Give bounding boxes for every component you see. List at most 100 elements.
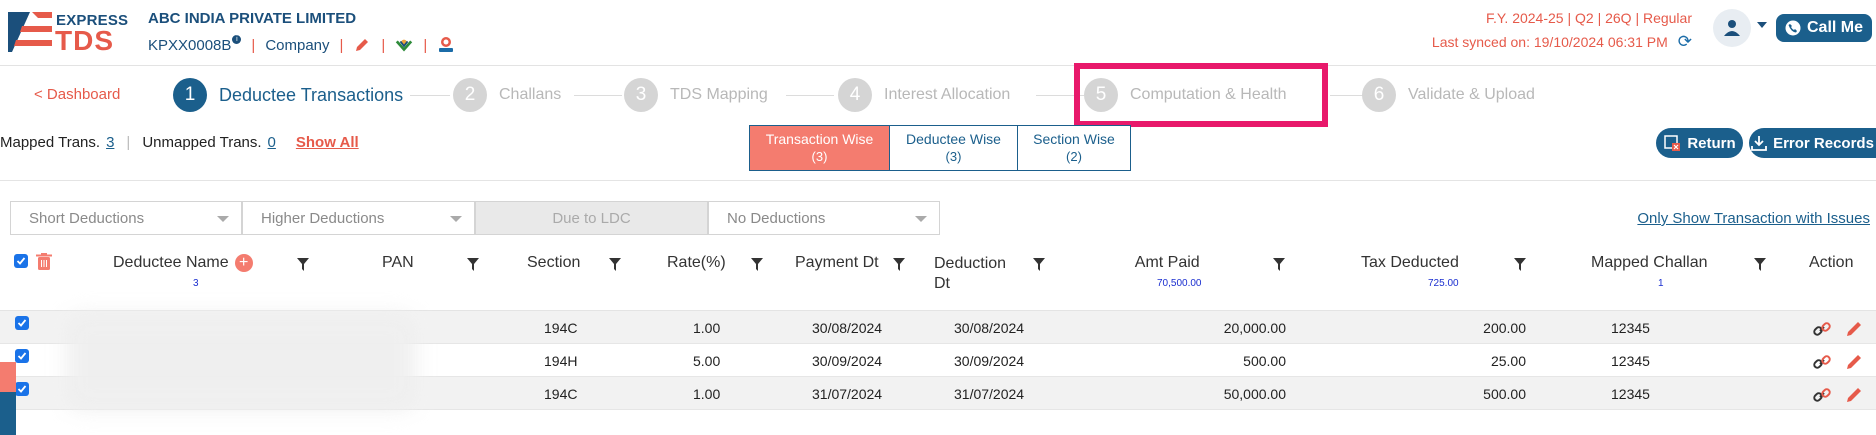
- last-synced-text: Last synced on: 19/10/2024 06:31 PM: [1431, 34, 1668, 50]
- app-header: EXPRESS TDS ABC INDIA PRIVATE LIMITED KP…: [0, 0, 1876, 66]
- error-records-button[interactable]: Error Records: [1749, 128, 1876, 158]
- link-icon[interactable]: [1812, 352, 1832, 372]
- company-name: ABC INDIA PRIVATE LIMITED: [148, 10, 357, 27]
- separator: |: [251, 36, 256, 54]
- cell-section: 194C: [544, 386, 578, 402]
- filter-icon[interactable]: [1033, 258, 1045, 271]
- show-all-link[interactable]: Show All: [296, 134, 359, 151]
- separator: |: [339, 36, 344, 54]
- row-checkbox[interactable]: [15, 382, 29, 396]
- step-validate-upload[interactable]: 6 Validate & Upload: [1362, 78, 1535, 112]
- filter-icon[interactable]: [751, 258, 763, 271]
- unmapped-count-link[interactable]: 0: [268, 134, 276, 151]
- cell-mapped-challan: 12345: [1611, 353, 1650, 369]
- link-icon[interactable]: [1812, 319, 1832, 339]
- filter-icon[interactable]: [1273, 258, 1285, 271]
- filter-icon[interactable]: [467, 258, 479, 271]
- info-icon[interactable]: i: [232, 34, 242, 44]
- step-interest-allocation[interactable]: 4 Interest Allocation: [838, 78, 1010, 112]
- step-label: Deductee Transactions: [219, 84, 404, 105]
- tax-total: 725.00: [1428, 278, 1459, 289]
- tab-label: Transaction Wise: [765, 131, 874, 147]
- col-mapped-challan: Mapped Challan 1: [1591, 254, 1708, 289]
- select-all-checkbox[interactable]: [14, 254, 28, 268]
- tab-count: (3): [945, 149, 962, 164]
- pencil-icon[interactable]: [1844, 352, 1864, 372]
- short-deductions-select[interactable]: Short Deductions: [10, 201, 242, 235]
- return-button[interactable]: Return: [1656, 128, 1743, 158]
- express-tds-logo[interactable]: EXPRESS TDS: [8, 8, 128, 56]
- cell-deduction-dt: 31/07/2024: [954, 386, 1025, 402]
- highlight-annotation: [1074, 63, 1328, 127]
- certificate-icon[interactable]: [437, 36, 455, 54]
- filter-icon[interactable]: [297, 258, 309, 271]
- col-deduction-dt: Deduction Dt: [934, 254, 1006, 294]
- step-deductee-transactions[interactable]: 1 Deductee Transactions: [173, 78, 403, 112]
- tab-deductee-wise[interactable]: Deductee Wise (3): [890, 125, 1018, 171]
- row-checkbox[interactable]: [15, 316, 29, 330]
- cell-payment-dt: 30/08/2024: [812, 320, 883, 336]
- logo-badge-icon[interactable]: [395, 36, 413, 54]
- col-rate: Rate(%): [667, 254, 726, 271]
- chevron-down-icon[interactable]: [1757, 22, 1767, 28]
- table-header: Deductee Name + 3 PAN Section Rate(%) Pay…: [0, 248, 1876, 310]
- unmapped-label: Unmapped Trans.: [142, 134, 262, 151]
- dashboard-link[interactable]: < Dashboard: [34, 86, 120, 103]
- step-label: Validate & Upload: [1408, 86, 1535, 103]
- entity-type: Company: [265, 36, 330, 54]
- cell-rate: 5.00: [693, 353, 721, 369]
- tab-section-wise[interactable]: Section Wise (2): [1018, 125, 1131, 171]
- chevron-down-icon: [450, 216, 462, 222]
- step-label: Interest Allocation: [884, 86, 1011, 103]
- filter-icon[interactable]: [893, 258, 905, 271]
- edit-icon[interactable]: [353, 36, 371, 54]
- cell-rate: 1.00: [693, 320, 721, 336]
- only-show-issues-link[interactable]: Only Show Transaction with Issues: [1637, 210, 1870, 227]
- col-label: Amt Paid: [1134, 254, 1200, 271]
- select-value: Due to LDC: [552, 209, 631, 227]
- pencil-icon[interactable]: [1844, 319, 1864, 339]
- filter-icon[interactable]: [609, 258, 621, 271]
- row-checkbox[interactable]: [15, 349, 29, 363]
- step-label: TDS Mapping: [670, 86, 768, 103]
- no-deductions-select[interactable]: No Deductions: [708, 201, 940, 235]
- step-number: 1: [173, 78, 207, 112]
- user-avatar[interactable]: [1713, 9, 1751, 47]
- higher-deductions-select[interactable]: Higher Deductions: [242, 201, 475, 235]
- col-action: Action: [1809, 254, 1854, 271]
- filter-icon[interactable]: [1754, 258, 1766, 271]
- call-me-button[interactable]: Call Me: [1776, 14, 1872, 42]
- tan-number: KPXX0008B: [148, 36, 232, 54]
- link-icon[interactable]: [1812, 385, 1832, 405]
- redacted-overlay: [66, 314, 416, 410]
- tab-count: (3): [811, 149, 828, 164]
- step-number: 3: [624, 78, 658, 112]
- col-section: Section: [527, 254, 581, 271]
- step-tds-mapping[interactable]: 3 TDS Mapping: [624, 78, 768, 112]
- cell-amt-paid: 50,000.00: [1223, 386, 1286, 402]
- delete-icon[interactable]: [36, 253, 52, 271]
- select-value: Higher Deductions: [261, 209, 385, 227]
- amt-paid-total: 70,500.00: [1157, 278, 1202, 289]
- deductee-count: 3: [193, 278, 199, 290]
- tab-transaction-wise[interactable]: Transaction Wise (3): [749, 125, 890, 171]
- challan-count: 1: [1658, 278, 1664, 289]
- add-icon[interactable]: +: [234, 254, 253, 272]
- step-connector: [786, 95, 834, 96]
- cell-payment-dt: 31/07/2024: [812, 386, 883, 402]
- mapped-count-link[interactable]: 3: [106, 134, 114, 151]
- col-label: Mapped Challan: [1591, 254, 1708, 271]
- filter-icon[interactable]: [1514, 258, 1526, 271]
- pencil-icon[interactable]: [1844, 385, 1864, 405]
- cell-deduction-dt: 30/08/2024: [954, 320, 1025, 336]
- side-drawer-tab-accent[interactable]: [0, 362, 16, 392]
- cell-tax-deducted: 25.00: [1490, 353, 1526, 369]
- tab-label: Deductee Wise: [906, 131, 1001, 147]
- step-challans[interactable]: 2 Challans: [453, 78, 561, 112]
- divider: [0, 180, 1876, 181]
- refresh-icon[interactable]: ⟳: [1678, 33, 1692, 50]
- download-icon: [1751, 136, 1767, 151]
- col-tax-deducted: Tax Deducted 725.00: [1361, 254, 1459, 289]
- cell-amt-paid: 500.00: [1243, 353, 1286, 369]
- phone-icon: [1785, 20, 1801, 36]
